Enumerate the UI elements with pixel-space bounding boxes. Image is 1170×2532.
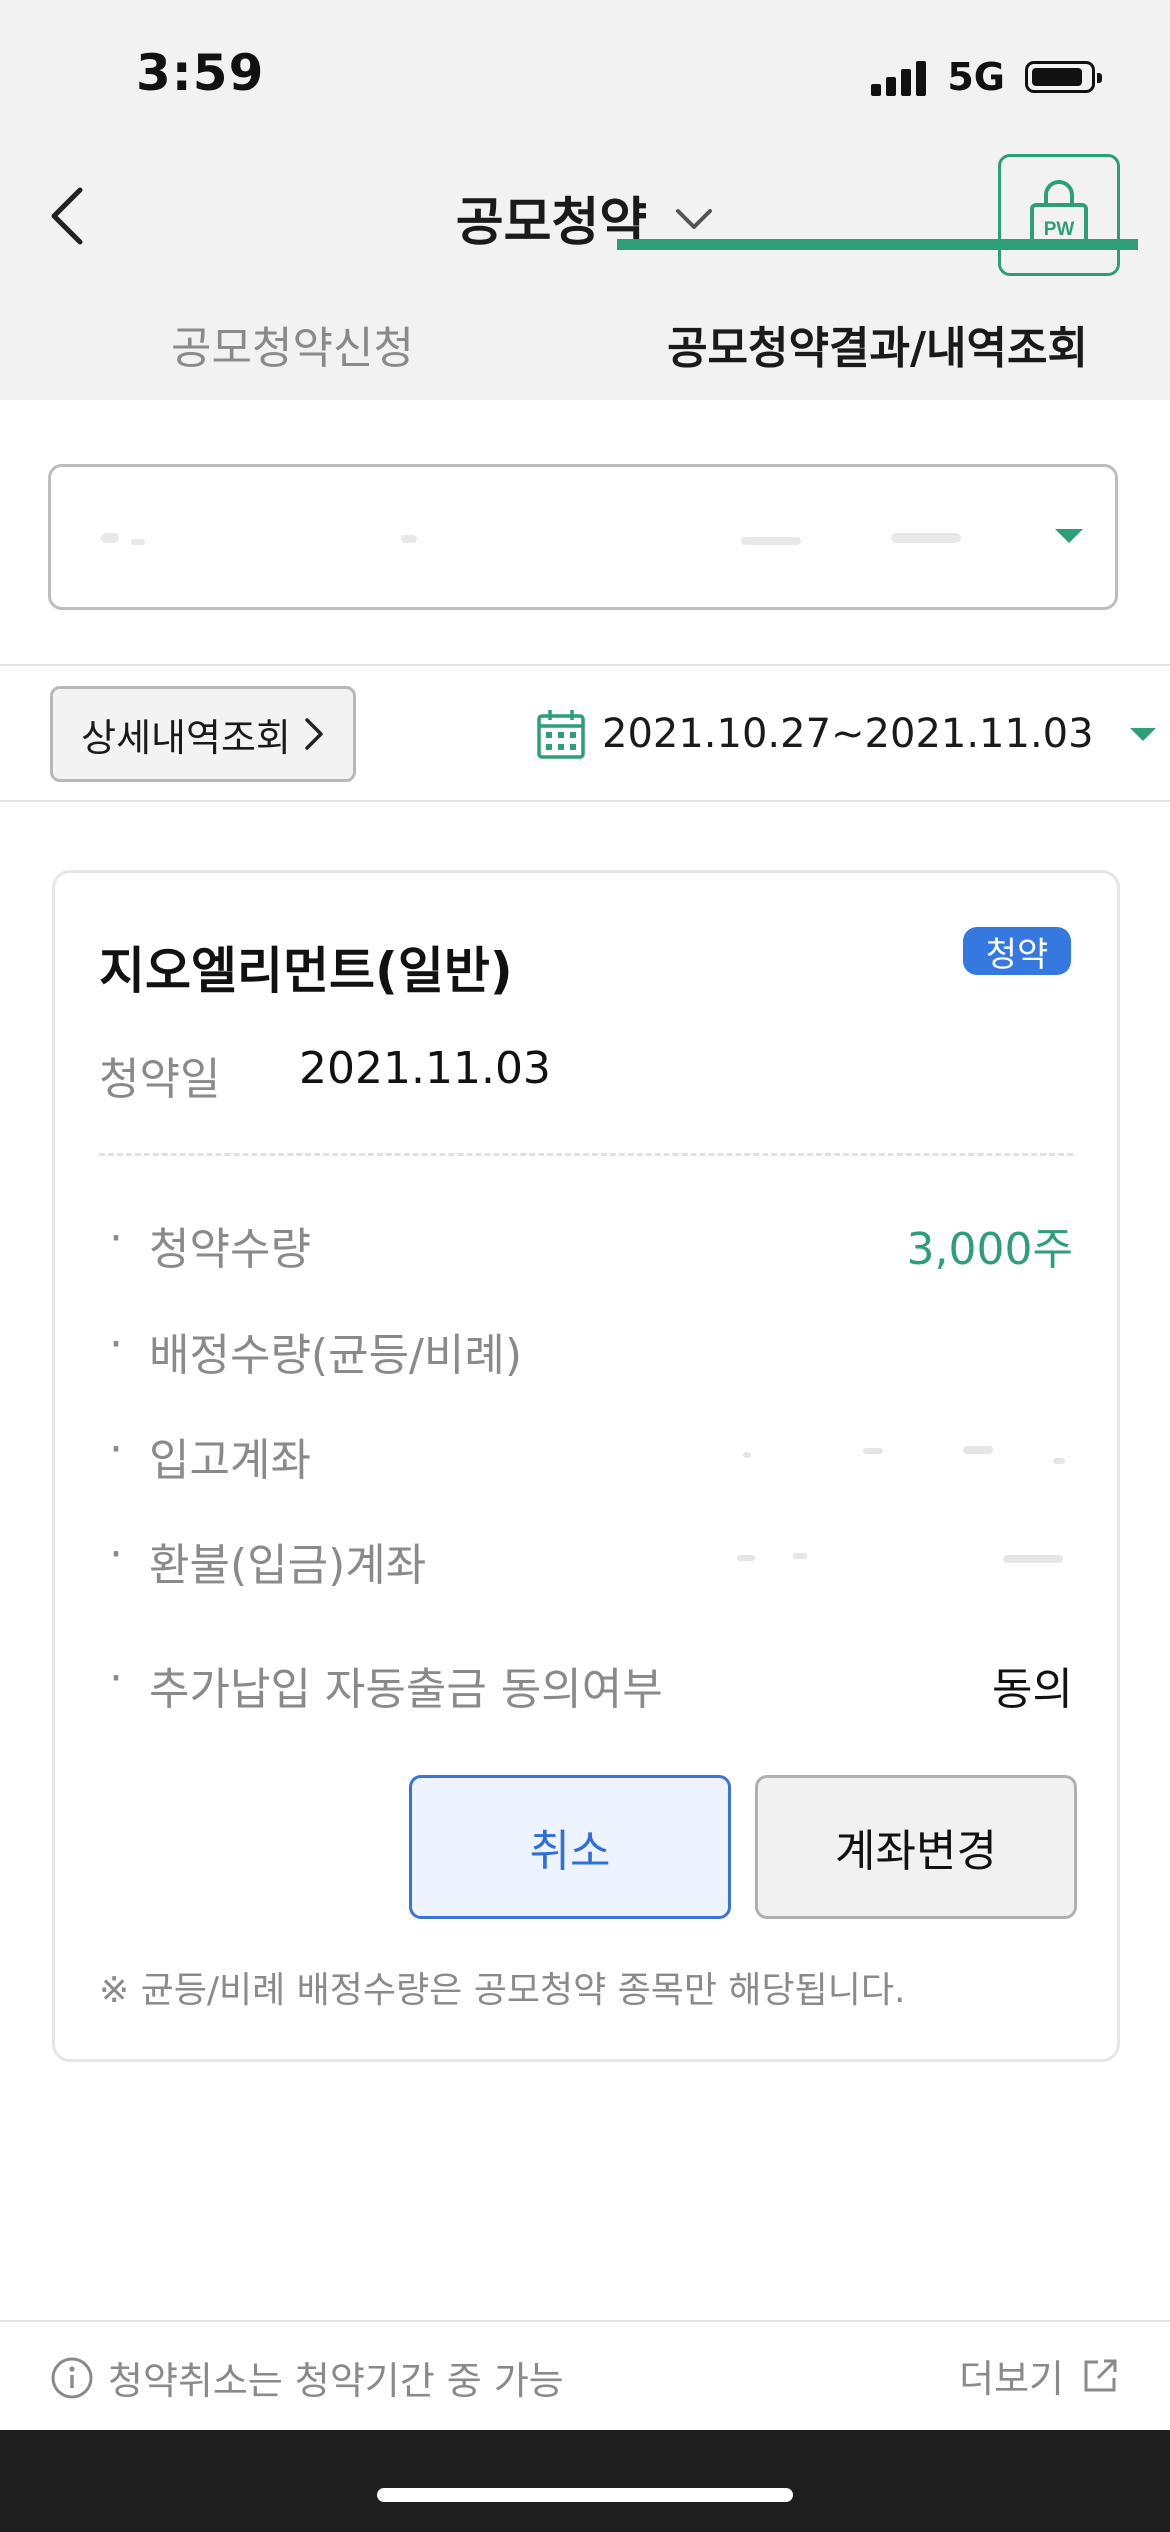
row-label: 입고계좌 — [149, 1435, 311, 1486]
tab-result-history[interactable]: 공모청약결과/내역조회 — [617, 308, 1138, 404]
detail-history-label: 상세내역조회 — [81, 715, 291, 760]
account-select[interactable] — [48, 464, 1118, 610]
header: 공모청약 PW 공모청약신청 공모청약결과/내역조회 — [0, 150, 1170, 400]
dropdown-arrow-icon — [1055, 529, 1083, 543]
calendar-icon — [537, 710, 585, 759]
row-deposit-account: · 입고계좌 — [99, 1424, 1073, 1486]
date-range-text: 2021.10.27~2021.11.03 — [602, 711, 1094, 757]
row-label: 환불(입금)계좌 — [149, 1540, 427, 1591]
dropdown-arrow-icon — [1129, 727, 1156, 741]
status-badge: 청약 — [963, 927, 1071, 975]
network-label: 5G — [947, 55, 1005, 99]
row-value: 3,000주 — [906, 1224, 1073, 1275]
more-link[interactable]: 더보기 — [959, 2348, 1120, 2403]
active-tab-indicator — [617, 239, 1138, 250]
info-icon — [51, 2357, 93, 2399]
detail-history-button[interactable]: 상세내역조회 — [50, 686, 356, 782]
row-subscription-qty: · 청약수량 3,000주 — [109, 1213, 1073, 1275]
subscription-date-label: 청약일 — [99, 1054, 221, 1105]
row-auto-withdraw-consent: · 추가납입 자동출금 동의여부 동의 — [109, 1653, 1073, 1715]
filter-row: 상세내역조회 2021.10.27~2021.11.03 — [0, 664, 1170, 802]
tab-bar: 공모청약신청 공모청약결과/내역조회 — [0, 308, 1170, 400]
status-bar: 3:59 5G — [0, 0, 1170, 150]
chevron-down-icon — [676, 208, 713, 229]
footnote: ※ 균등/비례 배정수량은 공모청약 종목만 해당됩니다. — [99, 1970, 906, 2011]
cancel-period-note: 청약취소는 청약기간 중 가능 — [108, 2359, 564, 2403]
masked-value — [743, 1446, 1065, 1464]
bottom-info-bar: 청약취소는 청약기간 중 가능 더보기 — [0, 2320, 1170, 2430]
subscription-card: 지오엘리먼트(일반) 청약 청약일 2021.11.03 · 청약수량 3,00… — [52, 870, 1120, 2062]
row-label: 청약수량 — [149, 1224, 311, 1275]
row-value: 동의 — [992, 1664, 1073, 1715]
row-label: 배정수량(균등/비례) — [149, 1330, 522, 1381]
row-allocated-qty: · 배정수량(균등/비례) — [109, 1319, 522, 1381]
status-indicators: 5G — [871, 52, 1102, 102]
cancel-button[interactable]: 취소 — [409, 1775, 731, 1919]
row-refund-account: · 환불(입금)계좌 — [99, 1529, 1073, 1591]
subscription-date-value: 2021.11.03 — [299, 1043, 551, 1094]
chevron-right-icon — [305, 718, 323, 750]
home-indicator-area — [0, 2430, 1170, 2532]
battery-icon — [1025, 61, 1102, 93]
pw-button[interactable]: PW — [998, 154, 1120, 276]
masked-value — [737, 1553, 1063, 1563]
more-link-label: 더보기 — [959, 2357, 1064, 2401]
signal-icon — [871, 58, 931, 96]
home-indicator[interactable] — [377, 2488, 793, 2502]
change-account-button[interactable]: 계좌변경 — [755, 1775, 1077, 1919]
external-link-icon — [1084, 2359, 1117, 2391]
status-time: 3:59 — [136, 44, 265, 102]
row-label: 추가납입 자동출금 동의여부 — [149, 1664, 663, 1715]
divider — [99, 1153, 1073, 1156]
masked-account-text — [101, 533, 961, 545]
stock-name: 지오엘리먼트(일반) — [99, 942, 513, 1000]
pw-label: PW — [1044, 219, 1075, 240]
tab-apply[interactable]: 공모청약신청 — [70, 308, 515, 404]
date-range-picker[interactable]: 2021.10.27~2021.11.03 — [536, 686, 1156, 782]
